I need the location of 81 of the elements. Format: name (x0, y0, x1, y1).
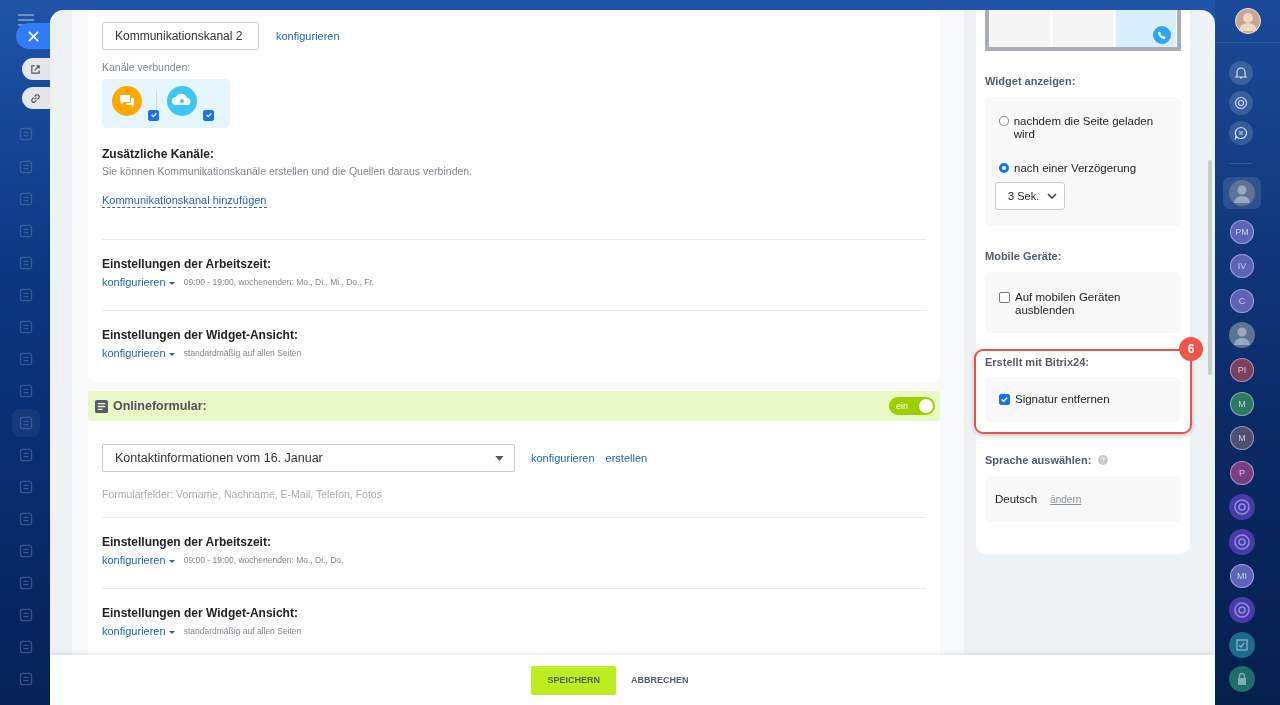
channel-select[interactable]: Kommunikationskanal 2 (102, 22, 259, 50)
section-title: Erstellt mit Bitrix24: (985, 356, 1090, 368)
open-external-button[interactable] (22, 58, 50, 80)
task-avatar[interactable] (1229, 631, 1255, 658)
close-button[interactable] (16, 23, 50, 49)
summary-text: standardmäßig auf allen Seiten (183, 626, 302, 636)
section-title: Einstellungen der Arbeitszeit: (102, 256, 272, 272)
link-icon (30, 92, 41, 104)
option-label: nachdem die Seite geladen wird (1013, 115, 1155, 141)
avatar[interactable] (1229, 322, 1255, 349)
user-avatar[interactable] (1234, 8, 1261, 34)
change-link[interactable]: ändern (1050, 493, 1082, 505)
checkmark-icon (1000, 395, 1009, 404)
cancel-button[interactable]: ABBRECHEN (622, 665, 698, 695)
external-link-icon (30, 63, 41, 75)
bell-icon[interactable] (1229, 61, 1253, 85)
lock-avatar[interactable] (1229, 666, 1255, 693)
section-title: Widget anzeigen: (985, 75, 1077, 87)
avatar[interactable]: PI (1230, 357, 1254, 382)
chevron-down-icon (1047, 193, 1057, 199)
language-value: Deutsch (995, 493, 1038, 505)
checkmark-icon (149, 111, 158, 119)
channel-avatar[interactable] (1229, 597, 1255, 624)
configure-dropdown[interactable]: konfigurieren (102, 276, 175, 288)
summary-text: 09:00 - 19:00, wochenenden: Mo., Di., Do. (183, 555, 344, 565)
caret-icon (168, 559, 175, 563)
option-label: nach einer Verzögerung (1014, 162, 1137, 175)
caret-icon (168, 630, 175, 634)
checkbox[interactable] (148, 109, 159, 121)
form-action-link[interactable]: erstellen (605, 452, 648, 464)
avatar[interactable]: P (1230, 460, 1254, 485)
avatar[interactable]: C (1230, 288, 1254, 313)
channel-avatar[interactable] (1229, 494, 1255, 521)
avatar[interactable] (1229, 180, 1255, 206)
help-icon[interactable] (1098, 455, 1109, 465)
summary-text: standardmäßig auf allen Seiten (183, 348, 302, 358)
avatar[interactable]: M (1230, 426, 1254, 451)
avatar[interactable]: PM (1230, 220, 1254, 244)
scrollbar[interactable] (1208, 160, 1212, 375)
delay-select[interactable]: 3 Sek. (995, 182, 1065, 210)
description-text: Sie können Kommunikationskanäle erstellen und die Quellen daraus verbinden. (102, 165, 474, 177)
step-badge: 6 (1179, 337, 1203, 361)
section-title: Sprache auswählen: (985, 454, 1092, 466)
caret-icon (168, 281, 175, 285)
section-title: Einstellungen der Arbeitszeit: (102, 534, 272, 550)
summary-text: 09:00 - 19:00, wochenenden: Mo., Di., Mi., Do., Fr. (183, 277, 375, 287)
avatar[interactable]: IV (1230, 254, 1254, 279)
fields-note: Formularfelder: Vorname, Nachname, E-Mail, Telefon, Fotos (102, 488, 383, 500)
configure-dropdown[interactable]: konfigurieren (102, 625, 175, 637)
save-button[interactable]: SPEICHERN (531, 665, 616, 695)
section-title: Onlineformular: (113, 399, 208, 413)
configure-dropdown[interactable]: konfigurieren (102, 347, 175, 359)
checkbox[interactable] (999, 394, 1010, 405)
channel-avatar[interactable] (1229, 528, 1255, 555)
close-icon (28, 30, 39, 42)
checkmark-icon (204, 111, 213, 119)
caret-icon (168, 352, 175, 356)
option-label: Signatur entfernen (1015, 393, 1110, 406)
nav-icon[interactable] (12, 409, 40, 437)
avatar[interactable]: MI (1230, 564, 1254, 588)
avatar[interactable]: M (1230, 392, 1254, 416)
form-action-link[interactable]: konfigurieren (531, 452, 595, 464)
section-title: Einstellungen der Widget-Ansicht: (102, 327, 299, 343)
chat-icon[interactable] (1229, 121, 1253, 145)
connected-label: Kanäle verbunden: (102, 61, 192, 73)
checkbox[interactable] (999, 292, 1010, 303)
option-label: Auf mobilen Geräten ausblenden (1015, 291, 1122, 317)
copy-link-button[interactable] (22, 87, 50, 109)
checkbox[interactable] (203, 109, 214, 121)
radio-button[interactable] (999, 163, 1009, 173)
configure-link[interactable]: konfigurieren (276, 30, 340, 42)
radio-button[interactable] (999, 116, 1009, 126)
caret-icon (495, 455, 504, 461)
section-title: Einstellungen der Widget-Ansicht: (102, 605, 299, 621)
section-title: Mobile Geräte: (985, 250, 1063, 262)
form-select[interactable]: Kontaktinformationen vom 16. Januar (102, 444, 515, 472)
form-icon (95, 399, 108, 413)
configure-dropdown[interactable]: konfigurieren (102, 554, 175, 566)
add-channel-link[interactable]: Kommunikationskanal hinzufügen (102, 194, 267, 208)
phone-icon (1153, 26, 1171, 44)
section-title: Zusätzliche Kanäle: (102, 146, 216, 162)
